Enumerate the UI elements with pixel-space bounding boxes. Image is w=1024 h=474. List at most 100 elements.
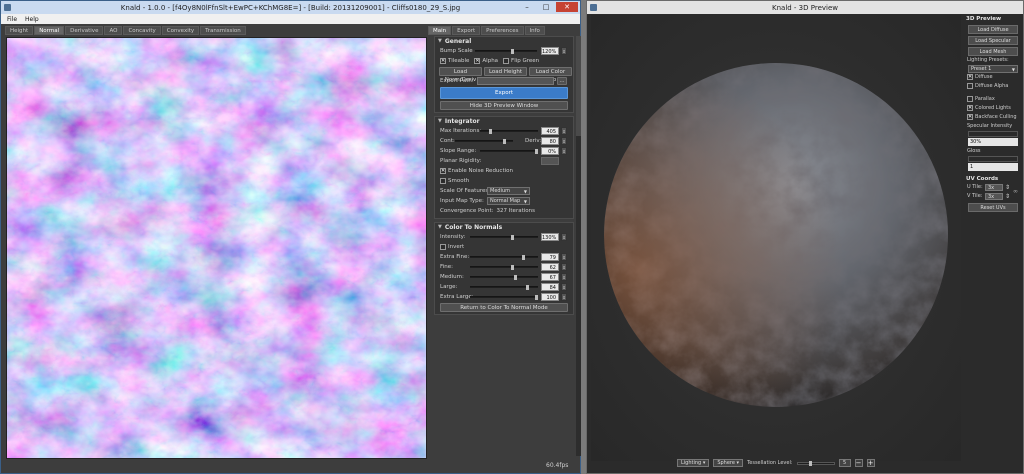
bump-scale-knob[interactable] bbox=[510, 49, 514, 54]
reset-uvs-button[interactable]: Reset UVs bbox=[968, 203, 1018, 212]
load-norm-deriv-button[interactable]: Load Norm/Deriv bbox=[439, 66, 482, 83]
lighting-presets-select[interactable]: Preset 1 ▼ bbox=[968, 65, 1018, 73]
medium-value[interactable]: 67 bbox=[541, 273, 559, 281]
tessellation-knob[interactable] bbox=[808, 460, 812, 466]
mesh-select[interactable]: Sphere ▾ bbox=[713, 459, 744, 467]
tab-main[interactable]: Main bbox=[428, 26, 452, 35]
3d-viewport[interactable] bbox=[591, 15, 961, 461]
diffuse-alpha-checkbox[interactable] bbox=[967, 82, 973, 89]
load-diffuse-button[interactable]: Load Diffuse bbox=[968, 25, 1018, 34]
return-to-color-to-normal-button[interactable]: Return to Color To Normal Mode bbox=[440, 302, 568, 312]
max-iterations-value[interactable]: 405 bbox=[541, 127, 559, 135]
tab-transmission[interactable]: Transmission bbox=[200, 26, 246, 35]
max-iterations-knob[interactable] bbox=[488, 129, 492, 134]
max-iterations-slider[interactable] bbox=[480, 129, 538, 134]
general-header[interactable]: ▼ General bbox=[435, 37, 573, 46]
menu-help[interactable]: Help bbox=[25, 16, 39, 23]
extra-fine-spinner[interactable]: ⇕ bbox=[561, 253, 567, 261]
tab-export[interactable]: Export bbox=[452, 26, 481, 35]
intensity-knob[interactable] bbox=[510, 235, 514, 240]
colored-lights-checkbox[interactable]: ✕ bbox=[967, 104, 973, 111]
input-map-type-select[interactable]: Normal Map ▼ bbox=[487, 197, 530, 205]
scale-features-select[interactable]: Medium ▼ bbox=[487, 187, 530, 195]
tessellation-value[interactable]: 5 bbox=[838, 459, 851, 467]
specular-intensity-slider[interactable] bbox=[968, 131, 1018, 137]
large-spinner[interactable]: ⇕ bbox=[561, 283, 567, 291]
extra-large-spinner[interactable]: ⇕ bbox=[561, 293, 567, 301]
spinner-icon[interactable]: ⇕ bbox=[1005, 192, 1010, 201]
extra-fine-value[interactable]: 79 bbox=[541, 253, 559, 261]
extra-large-knob[interactable] bbox=[535, 295, 538, 300]
load-mesh-button[interactable]: Load Mesh bbox=[968, 47, 1018, 56]
slope-range-slider[interactable] bbox=[480, 149, 538, 154]
load-specular-button[interactable]: Load Specular bbox=[968, 36, 1018, 45]
bump-scale-value[interactable]: 120% bbox=[541, 47, 559, 55]
tab-height[interactable]: Height bbox=[5, 26, 34, 35]
deriv-spinner[interactable]: ⇕ bbox=[561, 137, 567, 145]
fine-slider[interactable] bbox=[470, 265, 538, 270]
maximize-icon[interactable]: □ bbox=[537, 2, 555, 12]
close-icon[interactable]: ✕ bbox=[556, 2, 578, 12]
tab-info[interactable]: Info bbox=[524, 26, 545, 35]
invert-checkbox[interactable] bbox=[440, 244, 446, 250]
backface-culling-checkbox[interactable]: ✕ bbox=[967, 113, 973, 120]
intensity-spinner[interactable]: ⇕ bbox=[561, 233, 567, 241]
minimize-icon[interactable]: – bbox=[518, 2, 536, 12]
specular-intensity-value[interactable]: 30% bbox=[968, 138, 1018, 146]
color-to-normals-header[interactable]: ▼ Color To Normals bbox=[435, 223, 573, 232]
slope-range-knob[interactable] bbox=[535, 149, 538, 154]
slope-range-value[interactable]: 0% bbox=[541, 147, 559, 155]
max-iterations-spinner[interactable]: ⇕ bbox=[561, 127, 567, 135]
medium-spinner[interactable]: ⇕ bbox=[561, 273, 567, 281]
large-knob[interactable] bbox=[525, 285, 529, 290]
tab-preferences[interactable]: Preferences bbox=[481, 26, 524, 35]
export-path-input[interactable] bbox=[477, 77, 554, 85]
parallax-checkbox[interactable] bbox=[967, 95, 973, 102]
bump-scale-spinner[interactable]: ⇕ bbox=[561, 47, 567, 55]
load-color-map-button[interactable]: Load Color Map bbox=[529, 66, 572, 83]
slope-range-spinner[interactable]: ⇕ bbox=[561, 147, 567, 155]
fine-value[interactable]: 62 bbox=[541, 263, 559, 271]
enable-noise-reduction-checkbox[interactable]: ✕ bbox=[440, 168, 446, 174]
medium-knob[interactable] bbox=[514, 275, 518, 280]
large-slider[interactable] bbox=[470, 285, 538, 290]
diffuse-checkbox[interactable]: ✕ bbox=[967, 73, 973, 80]
integrator-header[interactable]: ▼ Integrator bbox=[435, 117, 573, 126]
extra-fine-slider[interactable] bbox=[470, 255, 538, 260]
lighting-mode-select[interactable]: Lighting ▾ bbox=[677, 459, 710, 467]
gloss-value[interactable]: 1 bbox=[968, 163, 1018, 171]
flip-green-checkbox[interactable] bbox=[503, 58, 510, 64]
tileable-checkbox[interactable]: ✕ bbox=[440, 58, 446, 64]
fine-spinner[interactable]: ⇕ bbox=[561, 263, 567, 271]
browse-button[interactable]: ... bbox=[557, 77, 567, 85]
tab-normal[interactable]: Normal bbox=[34, 26, 65, 35]
load-height-map-button[interactable]: Load Height Map bbox=[484, 66, 527, 83]
smooth-checkbox[interactable] bbox=[440, 178, 446, 184]
hide-3d-preview-button[interactable]: Hide 3D Preview Window bbox=[440, 100, 568, 110]
tab-ao[interactable]: AO bbox=[104, 26, 123, 35]
intensity-slider[interactable] bbox=[470, 235, 538, 240]
extra-fine-knob[interactable] bbox=[522, 255, 526, 260]
minus-icon[interactable]: − bbox=[854, 459, 863, 467]
tab-derivative[interactable]: Derivative bbox=[65, 26, 104, 35]
tab-concavity[interactable]: Concavity bbox=[123, 26, 161, 35]
gloss-slider[interactable] bbox=[968, 156, 1018, 162]
spinner-icon[interactable]: ⇕ bbox=[1005, 183, 1010, 192]
tab-convexity[interactable]: Convexity bbox=[161, 26, 200, 35]
extra-large-slider[interactable] bbox=[470, 295, 538, 300]
v-tile-value[interactable]: 3x bbox=[985, 193, 1003, 200]
large-value[interactable]: 84 bbox=[541, 283, 559, 291]
cont-deriv-knob[interactable] bbox=[502, 139, 506, 144]
plus-icon[interactable]: + bbox=[866, 459, 875, 467]
cont-deriv-slider[interactable] bbox=[455, 139, 513, 144]
bump-scale-slider[interactable] bbox=[475, 49, 537, 54]
fine-knob[interactable] bbox=[510, 265, 514, 270]
export-button[interactable]: Export bbox=[440, 87, 568, 99]
medium-slider[interactable] bbox=[470, 275, 538, 280]
preview-titlebar[interactable]: Knald - 3D Preview bbox=[587, 1, 1023, 14]
intensity-value[interactable]: 130% bbox=[541, 233, 559, 241]
main-titlebar[interactable]: Knald - 1.0.0 - [f4Oy8N0lFfnSlt+EwPC+KCh… bbox=[1, 1, 580, 14]
normal-map-viewport[interactable] bbox=[6, 37, 427, 459]
tessellation-slider[interactable] bbox=[796, 460, 835, 466]
u-tile-value[interactable]: 3x bbox=[985, 184, 1003, 191]
